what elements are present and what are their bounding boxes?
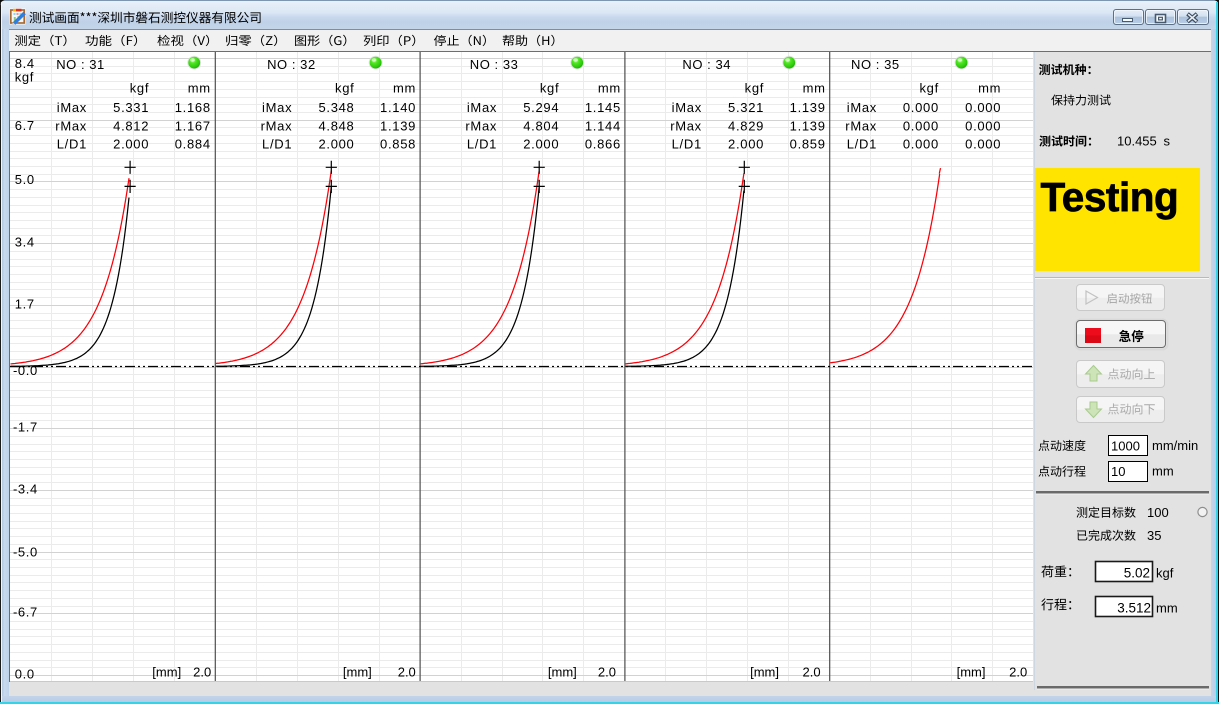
svg-text:5.02: 5.02 [1124, 566, 1150, 581]
svg-text:[mm]: [mm] [750, 665, 779, 680]
svg-text:mm: mm [393, 80, 416, 95]
svg-text:NO : 33: NO : 33 [470, 57, 519, 72]
svg-text:rMax: rMax [465, 118, 497, 133]
svg-text:4.804: 4.804 [523, 118, 559, 133]
svg-text:mm: mm [1152, 464, 1174, 479]
svg-text:4.812: 4.812 [113, 118, 149, 133]
svg-text:0.884: 0.884 [175, 136, 211, 151]
svg-text:L/D1: L/D1 [57, 136, 87, 151]
svg-text:[mm]: [mm] [343, 665, 372, 680]
svg-text:100: 100 [1147, 505, 1169, 520]
svg-text:0.000: 0.000 [903, 136, 939, 151]
svg-text:2.0: 2.0 [598, 665, 616, 680]
svg-text:5.321: 5.321 [728, 100, 764, 115]
svg-text:NO : 32: NO : 32 [267, 57, 316, 72]
svg-text:s: s [1164, 134, 1171, 149]
svg-text:2.000: 2.000 [523, 136, 559, 151]
svg-text:10: 10 [1111, 464, 1125, 479]
svg-text:mm/min: mm/min [1152, 438, 1198, 453]
svg-text:L/D1: L/D1 [672, 136, 702, 151]
svg-text:rMax: rMax [670, 118, 702, 133]
svg-text:NO : 31: NO : 31 [56, 57, 105, 72]
svg-text:mm: mm [803, 80, 826, 95]
svg-text:NO : 34: NO : 34 [682, 57, 731, 72]
svg-text:0.859: 0.859 [790, 136, 826, 151]
svg-text:1000: 1000 [1111, 439, 1140, 454]
svg-text:kgf: kgf [15, 70, 34, 85]
svg-text:1.167: 1.167 [175, 118, 211, 133]
svg-text:0.000: 0.000 [965, 136, 1001, 151]
svg-text:mm: mm [598, 80, 621, 95]
svg-text:kgf: kgf [335, 80, 354, 95]
svg-text:[mm]: [mm] [152, 665, 181, 680]
svg-text:0.858: 0.858 [380, 136, 416, 151]
svg-text:0.0: 0.0 [15, 667, 35, 682]
svg-text:2.000: 2.000 [113, 136, 149, 151]
svg-text:1.139: 1.139 [790, 118, 826, 133]
svg-text:2.000: 2.000 [318, 136, 354, 151]
svg-text:mm: mm [188, 80, 211, 95]
svg-text:-0.0: -0.0 [13, 363, 38, 378]
svg-text:2.0: 2.0 [193, 665, 211, 680]
svg-text:2.0: 2.0 [803, 665, 821, 680]
svg-text:1.145: 1.145 [585, 100, 621, 115]
svg-text:5.331: 5.331 [113, 100, 149, 115]
svg-text:-1.7: -1.7 [13, 420, 38, 435]
svg-text:NO : 35: NO : 35 [851, 57, 900, 72]
svg-text:L/D1: L/D1 [262, 136, 292, 151]
svg-text:1.7: 1.7 [15, 296, 35, 311]
svg-text:1.144: 1.144 [585, 118, 621, 133]
svg-text:kgf: kgf [745, 80, 764, 95]
svg-text:0.000: 0.000 [965, 100, 1001, 115]
svg-text:iMax: iMax [672, 100, 702, 115]
svg-text:kgf: kgf [540, 80, 559, 95]
svg-text:3.4: 3.4 [15, 234, 35, 249]
svg-text:10.455: 10.455 [1117, 134, 1157, 149]
svg-text:-3.4: -3.4 [13, 482, 38, 497]
svg-text:iMax: iMax [467, 100, 497, 115]
svg-text:1.139: 1.139 [790, 100, 826, 115]
svg-text:5.294: 5.294 [523, 100, 559, 115]
svg-text:kgf: kgf [130, 80, 149, 95]
svg-text:[mm]: [mm] [548, 665, 577, 680]
svg-text:0.866: 0.866 [585, 136, 621, 151]
svg-text:6.7: 6.7 [15, 118, 35, 133]
svg-text:-5.0: -5.0 [13, 545, 38, 560]
svg-text:mm: mm [1156, 601, 1178, 616]
svg-text:-6.7: -6.7 [13, 605, 38, 620]
svg-text:2.0: 2.0 [1009, 665, 1027, 680]
svg-text:1.168: 1.168 [175, 100, 211, 115]
svg-text:4.829: 4.829 [728, 118, 764, 133]
svg-text:1.139: 1.139 [380, 118, 416, 133]
svg-text:0.000: 0.000 [903, 118, 939, 133]
svg-text:0.000: 0.000 [965, 118, 1001, 133]
svg-text:mm: mm [978, 80, 1001, 95]
svg-text:kgf: kgf [919, 80, 938, 95]
svg-text:1.140: 1.140 [380, 100, 416, 115]
svg-text:5.348: 5.348 [318, 100, 354, 115]
svg-text:L/D1: L/D1 [847, 136, 877, 151]
svg-text:0.000: 0.000 [903, 100, 939, 115]
svg-text:rMax: rMax [261, 118, 293, 133]
svg-text:L/D1: L/D1 [467, 136, 497, 151]
svg-text:kgf: kgf [1156, 566, 1174, 581]
svg-text:iMax: iMax [847, 100, 877, 115]
svg-text:5.0: 5.0 [15, 172, 35, 187]
svg-text:35: 35 [1147, 528, 1161, 543]
svg-text:iMax: iMax [57, 100, 87, 115]
svg-text:4.848: 4.848 [318, 118, 354, 133]
svg-text:rMax: rMax [55, 118, 87, 133]
svg-text:iMax: iMax [262, 100, 292, 115]
svg-text:Testing: Testing [1041, 174, 1179, 220]
svg-text:2.000: 2.000 [728, 136, 764, 151]
svg-text:3.512: 3.512 [1117, 601, 1151, 616]
svg-text:2.0: 2.0 [398, 665, 416, 680]
svg-text:rMax: rMax [845, 118, 877, 133]
svg-text:[mm]: [mm] [957, 665, 986, 680]
